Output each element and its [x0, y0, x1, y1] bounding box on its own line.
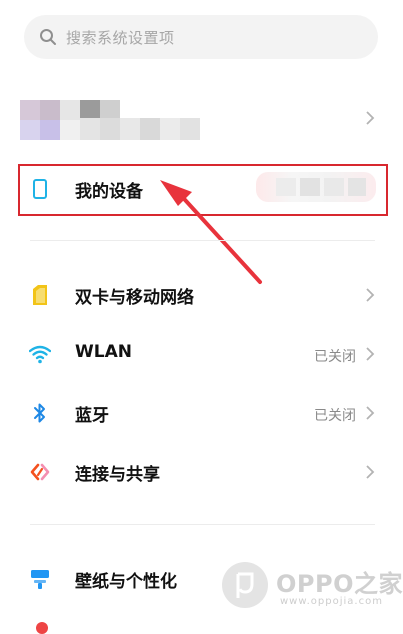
bluetooth-status: 已关闭: [314, 408, 356, 424]
partial-row-icon: [36, 622, 48, 634]
wlan-label: WLAN: [75, 342, 132, 362]
chevron-right-icon: [366, 406, 375, 420]
bluetooth-icon: [28, 401, 52, 425]
chevron-right-icon: [366, 465, 375, 479]
wallpaper-personalization-label: 壁纸与个性化: [75, 572, 177, 592]
connection-share-icon: [28, 460, 52, 484]
wifi-icon: [28, 342, 52, 366]
divider: [30, 524, 375, 525]
wlan-status: 已关闭: [314, 349, 356, 365]
wallpaper-icon: [28, 567, 52, 591]
chevron-right-icon: [366, 288, 375, 302]
chevron-right-icon: [366, 347, 375, 361]
sim-card-icon: [28, 283, 52, 307]
brand-logo-icon: [222, 562, 268, 608]
watermark-brand: OPPO之家: [276, 570, 403, 598]
divider: [30, 240, 375, 241]
bluetooth-row[interactable]: 蓝牙 已关闭: [0, 388, 403, 438]
connection-share-row[interactable]: 连接与共享: [0, 447, 403, 497]
watermark: OPPO之家 www.oppojia.com: [222, 562, 402, 614]
sim-mobile-network-label: 双卡与移动网络: [75, 288, 194, 308]
wlan-row[interactable]: WLAN 已关闭: [0, 329, 403, 379]
bluetooth-label: 蓝牙: [75, 406, 109, 426]
connection-share-label: 连接与共享: [75, 465, 160, 485]
sim-mobile-network-row[interactable]: 双卡与移动网络: [0, 270, 403, 320]
watermark-url: www.oppojia.com: [280, 596, 383, 607]
